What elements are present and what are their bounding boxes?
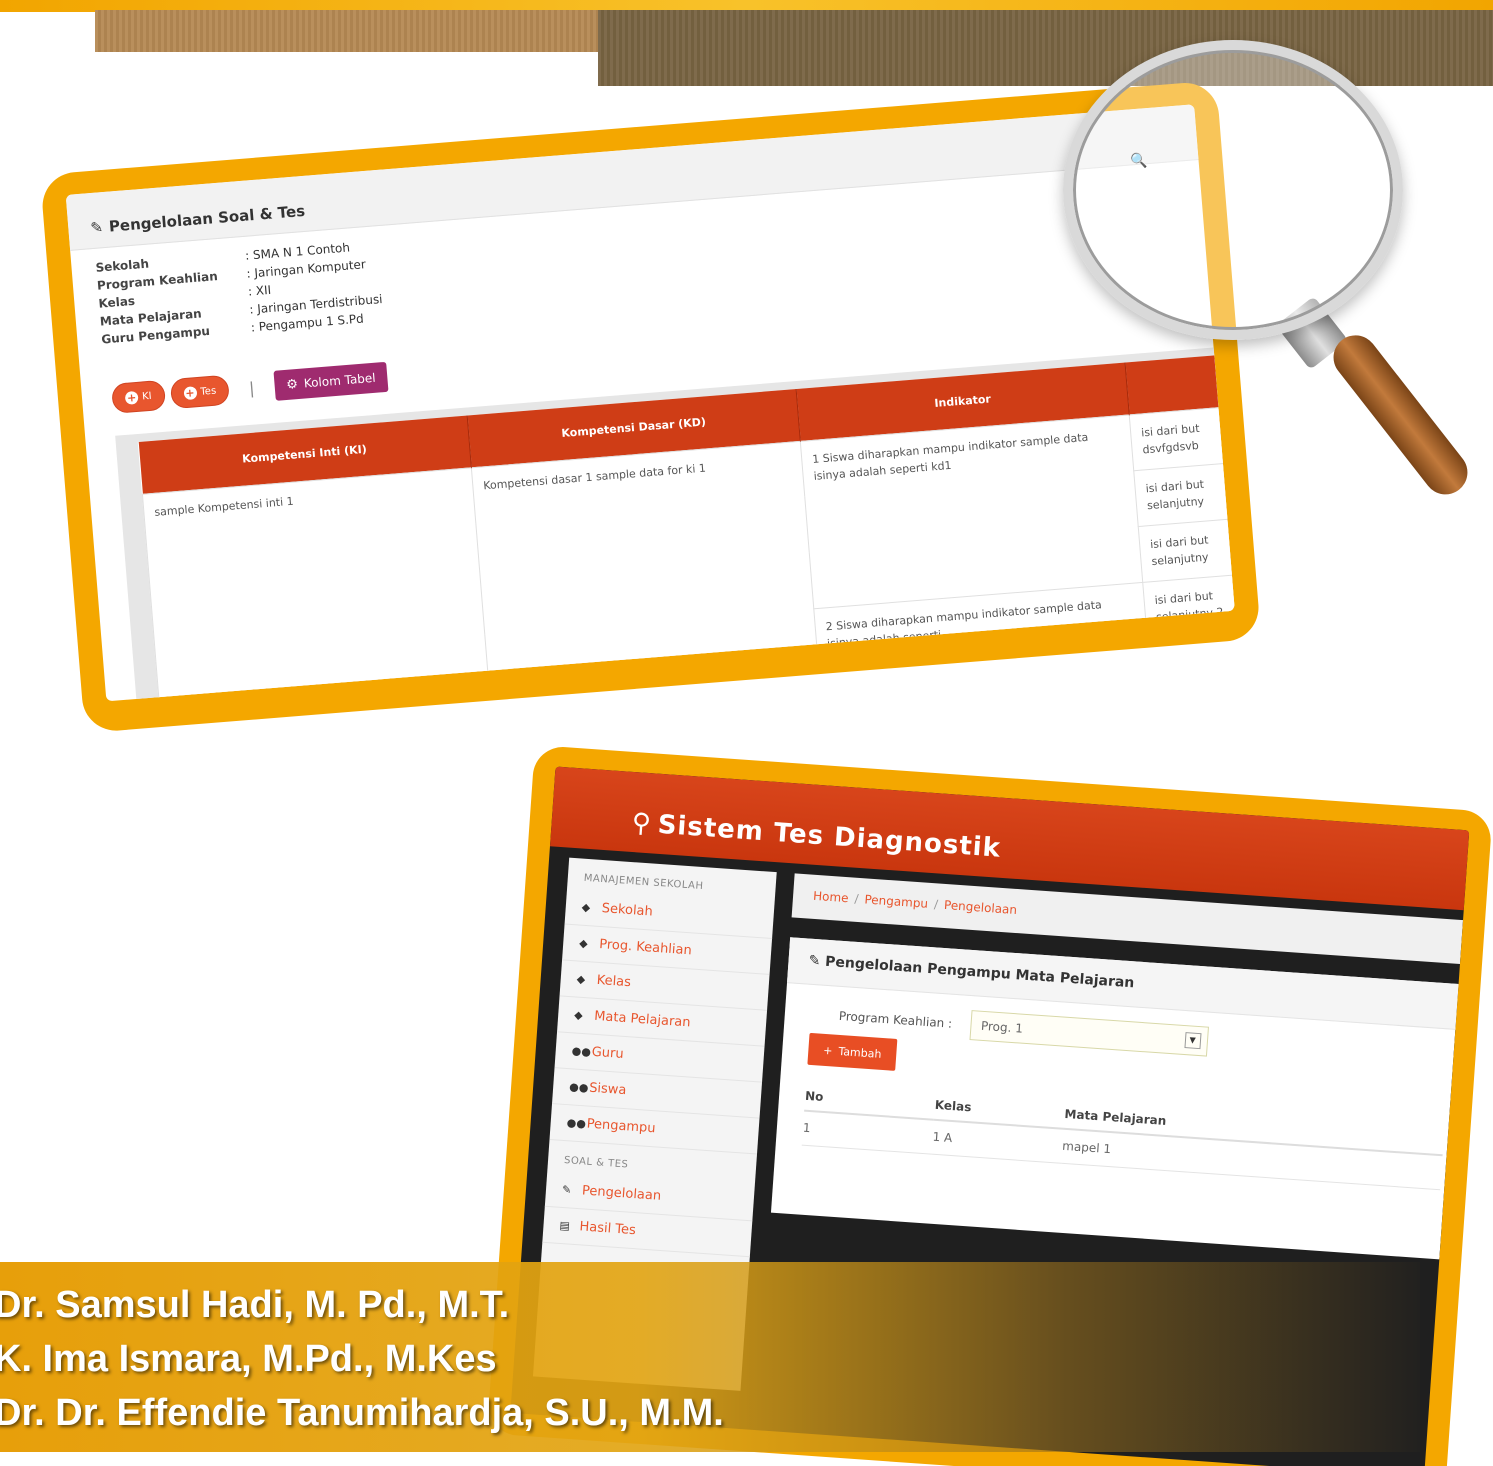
sidebar-item-label: Mata Pelajaran [593, 1008, 691, 1031]
gear-icon: ⚙ [285, 376, 299, 393]
sidebar-item-label: Sekolah [601, 901, 654, 920]
decorative-paper-left [95, 10, 605, 52]
program-label: Program Keahlian : [838, 1008, 953, 1031]
search-icon: ⚲ [630, 807, 653, 840]
add-tes-button[interactable]: + Tes [169, 374, 231, 410]
kd-cell: Kompetensi dasar 1 sample data for ki 1 [471, 440, 819, 691]
sidebar-item-label: Kelas [596, 972, 632, 991]
toolbar: + KI + Tes | ⚙ Kolom Tabel [110, 361, 389, 414]
users-icon: ●● [571, 1044, 592, 1059]
author-name: Dr. Dr. Effendie Tanumihardja, S.U., M.M… [0, 1392, 724, 1434]
author-name: K. Ima Ismara, M.Pd., M.Kes [0, 1338, 497, 1380]
panel-title: Pengelolaan Pengampu Mata Pelajaran [824, 953, 1135, 992]
breadcrumb-home[interactable]: Home [813, 889, 849, 905]
program-select-value: Prog. 1 [980, 1018, 1024, 1036]
authors-list: Dr. Samsul Hadi, M. Pd., M.T. K. Ima Ism… [0, 1278, 724, 1440]
extra-cell: isi dari but selanjutny [1133, 462, 1235, 527]
sidebar-item-label: Guru [591, 1044, 625, 1062]
sidebar-item-label: Pengelolaan [581, 1183, 662, 1204]
edit-icon: ✎ [808, 952, 826, 970]
add-ki-label: KI [141, 390, 153, 403]
edit-icon: ✎ [561, 1182, 572, 1197]
breadcrumb-pengampu[interactable]: Pengampu [864, 892, 929, 910]
program-select[interactable]: Prog. 1 ▼ [969, 1010, 1209, 1057]
plus-icon: + [822, 1043, 833, 1057]
extra-cell: isi dari but selanjutny 2 [1142, 573, 1235, 638]
list-icon: ▤ [559, 1218, 571, 1233]
tag-icon: ◆ [573, 1008, 584, 1022]
pengampu-panel: ✎ Pengelolaan Pengampu Mata Pelajaran Pr… [770, 937, 1459, 1260]
sidebar-item-label: Pengampu [586, 1116, 657, 1137]
app-title: Sistem Tes Diagnostik [656, 809, 1002, 864]
tag-icon: ◆ [581, 900, 591, 915]
kolom-tabel-button[interactable]: ⚙ Kolom Tabel [273, 361, 389, 401]
breadcrumb-separator: / [933, 897, 939, 912]
users-icon: ●● [566, 1116, 587, 1131]
extra-cell: isi dari but dsvfgdsvb [1129, 406, 1234, 471]
card-pengelolaan-soal-content: ✎ Pengelolaan Soal & Tes Sekolah: SMA N 1… [65, 104, 1235, 702]
column-header [1125, 354, 1229, 415]
magnifier-handle [1324, 326, 1477, 504]
add-tes-label: Tes [199, 385, 217, 398]
sidebar-item-label: Siswa [588, 1080, 627, 1099]
pengampu-table: No Kelas Mata Pelajaran 1 1 A mapel 1 [801, 1080, 1445, 1190]
add-ki-button[interactable]: + KI [110, 379, 166, 414]
indikator-cell: 1 Siswa diharapkan mampu indikator sampl… [800, 414, 1143, 609]
kolom-tabel-label: Kolom Tabel [303, 370, 377, 391]
ki-cell: sample Kompetensi inti 1 [142, 467, 490, 702]
breadcrumb-separator: / [854, 891, 860, 906]
scroll-up-icon[interactable]: ▲ [1216, 346, 1231, 358]
search-icon[interactable]: 🔍 [1130, 153, 1147, 169]
users-icon: ●● [568, 1080, 589, 1095]
tambah-label: Tambah [838, 1044, 882, 1061]
edit-icon: ✎ [89, 218, 104, 238]
author-name: Dr. Samsul Hadi, M. Pd., M.T. [0, 1284, 510, 1326]
kompetensi-table: Kompetensi Inti (KI) Kompetensi Dasar (K… [137, 354, 1235, 702]
info-block: Sekolah: SMA N 1 Contoh Program Keahlian… [95, 236, 385, 348]
magnifier-lens-icon [1063, 40, 1403, 340]
panel-header: ✎ Pengelolaan Soal & Tes [65, 104, 1199, 251]
tag-icon: ◆ [576, 972, 586, 987]
sidebar-item-label: Prog. Keahlian [598, 936, 693, 959]
plus-circle-icon: + [124, 390, 139, 405]
panel-title: Pengelolaan Soal & Tes [108, 201, 306, 236]
chevron-down-icon[interactable]: ▼ [1183, 1032, 1202, 1050]
tambah-button[interactable]: + Tambah [807, 1032, 898, 1071]
breadcrumb-pengelolaan: Pengelolaan [943, 897, 1018, 918]
decorative-paper-right [598, 10, 1493, 86]
plus-circle-icon: + [182, 385, 197, 400]
sidebar-item-label: Hasil Tes [578, 1219, 637, 1239]
separator: | [248, 378, 256, 398]
info-value: : XII [247, 282, 272, 299]
tag-icon: ◆ [578, 936, 589, 951]
main-content: Home / Pengampu / Pengelolaan ✎ Pengelolaan … [770, 873, 1464, 1260]
extra-cell: isi dari but selanjutny [1138, 518, 1235, 582]
